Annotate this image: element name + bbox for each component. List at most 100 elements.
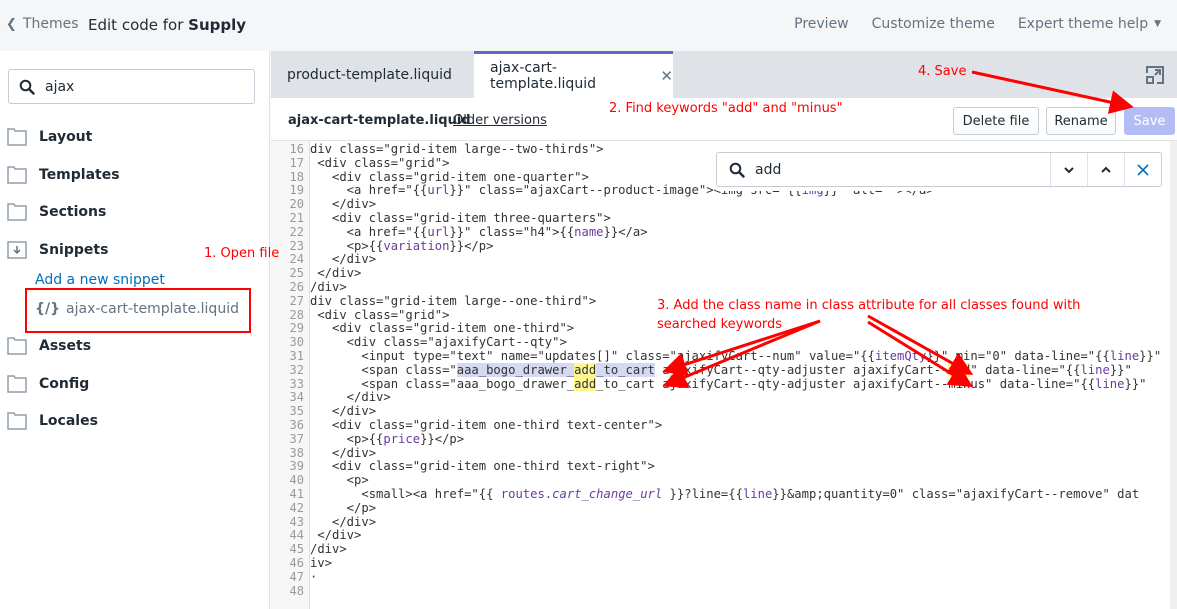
expert-theme-help-dropdown[interactable]: Expert theme help ▼ — [1018, 16, 1161, 32]
code-line[interactable]: <div class="grid"> — [310, 308, 449, 323]
chevron-down-icon — [1064, 166, 1074, 173]
code-line[interactable]: </div> — [310, 197, 376, 212]
line-number: 30 — [289, 335, 304, 350]
code-line[interactable]: </div> — [310, 253, 376, 267]
page-title: Edit code for Supply — [88, 16, 247, 34]
code-line[interactable]: <p>{{price}}</p> — [310, 432, 464, 447]
folder-sections[interactable]: Sections — [7, 203, 106, 221]
line-number: 36 — [289, 418, 304, 432]
code-line[interactable]: div class="grid-item large--two-thirds"> — [310, 142, 604, 157]
code-line[interactable]: <a href="{{url}}" class="h4">{{name}}</a… — [310, 225, 648, 240]
close-tab-icon[interactable]: ✕ — [660, 67, 673, 85]
code-line[interactable]: <div class="grid-item one-third text-rig… — [310, 460, 655, 474]
folder-icon — [7, 412, 27, 430]
folder-icon — [7, 203, 27, 221]
rename-button[interactable]: Rename — [1046, 107, 1116, 135]
annotation-step-4: 4. Save — [918, 64, 967, 79]
code-line[interactable]: </div> — [310, 446, 376, 461]
code-line[interactable]: <span class="aaa_bogo_drawer_add_to_cart… — [310, 376, 1147, 392]
folder-config[interactable]: Config — [7, 375, 89, 393]
code-line[interactable]: · — [310, 570, 317, 585]
folder-locales[interactable]: Locales — [7, 412, 98, 430]
code-line[interactable]: iv> — [310, 556, 332, 571]
code-line[interactable]: <p>{{variation}}</p> — [310, 239, 494, 254]
code-line[interactable]: <input type="text" name="updates[]" clas… — [310, 349, 1161, 364]
find-close-button[interactable] — [1124, 153, 1161, 186]
older-versions-link[interactable]: Older versions — [453, 113, 547, 128]
theme-name: Supply — [188, 16, 247, 34]
snippet-file-ajax-cart-template[interactable]: {/} ajax-cart-template.liquid — [35, 301, 239, 317]
line-number: 40 — [289, 473, 304, 488]
line-number: 43 — [289, 514, 304, 529]
line-number: 45 — [289, 542, 304, 557]
line-number: 33 — [289, 376, 304, 391]
folder-icon — [7, 375, 27, 393]
line-number: 31 — [289, 349, 304, 363]
delete-file-button[interactable]: Delete file — [953, 107, 1039, 135]
find-bar — [716, 152, 1162, 187]
add-new-snippet-link[interactable]: Add a new snippet — [35, 272, 165, 288]
preview-link[interactable]: Preview — [794, 16, 849, 32]
tab-ajax-cart-template[interactable]: ajax-cart-template.liquid ✕ — [474, 51, 673, 98]
folder-open-icon — [7, 241, 27, 259]
code-line[interactable]: <div class="grid-item three-quarters"> — [310, 211, 611, 226]
fullscreen-icon[interactable] — [1145, 65, 1165, 85]
current-file-name: ajax-cart-template.liquid — [288, 113, 471, 128]
file-search[interactable] — [8, 69, 255, 104]
line-number: 16 — [289, 142, 304, 156]
folder-layout[interactable]: Layout — [7, 128, 92, 146]
line-number: 29 — [289, 321, 304, 336]
line-number: 26 — [289, 280, 304, 294]
line-number: 18 — [289, 169, 304, 184]
code-line[interactable]: </div> — [310, 391, 391, 405]
save-button[interactable]: Save — [1124, 107, 1175, 135]
line-number: 21 — [289, 211, 304, 225]
customize-theme-link[interactable]: Customize theme — [872, 16, 995, 32]
code-line[interactable]: </div> — [310, 515, 376, 530]
line-number: 46 — [289, 556, 304, 570]
annotation-step-2: 2. Find keywords "add" and "minus" — [609, 101, 843, 116]
code-line[interactable]: /div> — [310, 542, 347, 557]
code-line[interactable]: </div> — [310, 404, 376, 419]
code-line[interactable]: <div class="ajaxifyCart--qty"> — [310, 335, 567, 350]
code-line[interactable]: </p> — [310, 501, 376, 516]
code-line[interactable]: </div> — [310, 266, 361, 281]
tab-product-template[interactable]: product-template.liquid — [287, 51, 452, 98]
code-line[interactable]: </div> — [310, 529, 361, 543]
find-previous-button[interactable] — [1087, 153, 1124, 186]
back-to-themes-link[interactable]: ❮ Themes — [6, 16, 79, 32]
code-line[interactable]: <small><a href="{{ routes.cart_change_ur… — [310, 487, 1139, 502]
line-number: 32 — [289, 362, 304, 377]
code-line[interactable]: <div class="grid"> — [310, 156, 449, 171]
line-number: 25 — [289, 266, 304, 281]
find-next-button[interactable] — [1050, 153, 1087, 186]
code-line[interactable]: div class="grid-item large--one-third"> — [310, 294, 596, 309]
file-search-input[interactable] — [45, 78, 225, 95]
close-icon — [1137, 163, 1149, 176]
code-line[interactable]: <span class="aaa_bogo_drawer_add_to_cart… — [310, 362, 1132, 378]
code-line[interactable]: /div> — [310, 280, 347, 295]
line-number: 37 — [289, 431, 304, 446]
find-input[interactable] — [755, 161, 1025, 178]
line-number: 27 — [289, 293, 304, 308]
line-number: 41 — [289, 487, 304, 501]
folder-templates[interactable]: Templates — [7, 166, 120, 184]
annotation-step-1: 1. Open file — [204, 246, 280, 261]
folder-assets[interactable]: Assets — [7, 337, 91, 355]
line-number: 17 — [289, 155, 304, 170]
code-line[interactable]: <div class="grid-item one-quarter"> — [310, 170, 589, 185]
search-icon — [19, 79, 35, 95]
folder-snippets[interactable]: Snippets — [7, 241, 108, 259]
code-line[interactable]: <p> — [310, 473, 369, 488]
top-bar: ❮ Themes Edit code for Supply Preview Cu… — [0, 0, 1177, 51]
folder-icon — [7, 337, 27, 355]
code-line[interactable]: <div class="grid-item one-third"> — [310, 322, 574, 336]
code-line[interactable]: <div class="grid-item one-third text-cen… — [310, 418, 662, 433]
annotation-step-3-line-1: 3. Add the class name in class attribute… — [657, 298, 1081, 313]
top-nav: Preview Customize theme Expert theme hel… — [794, 16, 1161, 32]
line-number: 22 — [289, 224, 304, 239]
editor-scrollbar[interactable] — [1170, 141, 1177, 609]
liquid-file-icon: {/} — [35, 301, 61, 317]
code-editor[interactable]: 16 17 18 19 20 21 22 23 24 25 26 27 28 29 30 31 32 33 34 35… — [271, 141, 1177, 609]
editor-tabs: product-template.liquid ajax-cart-templa… — [271, 51, 1177, 98]
